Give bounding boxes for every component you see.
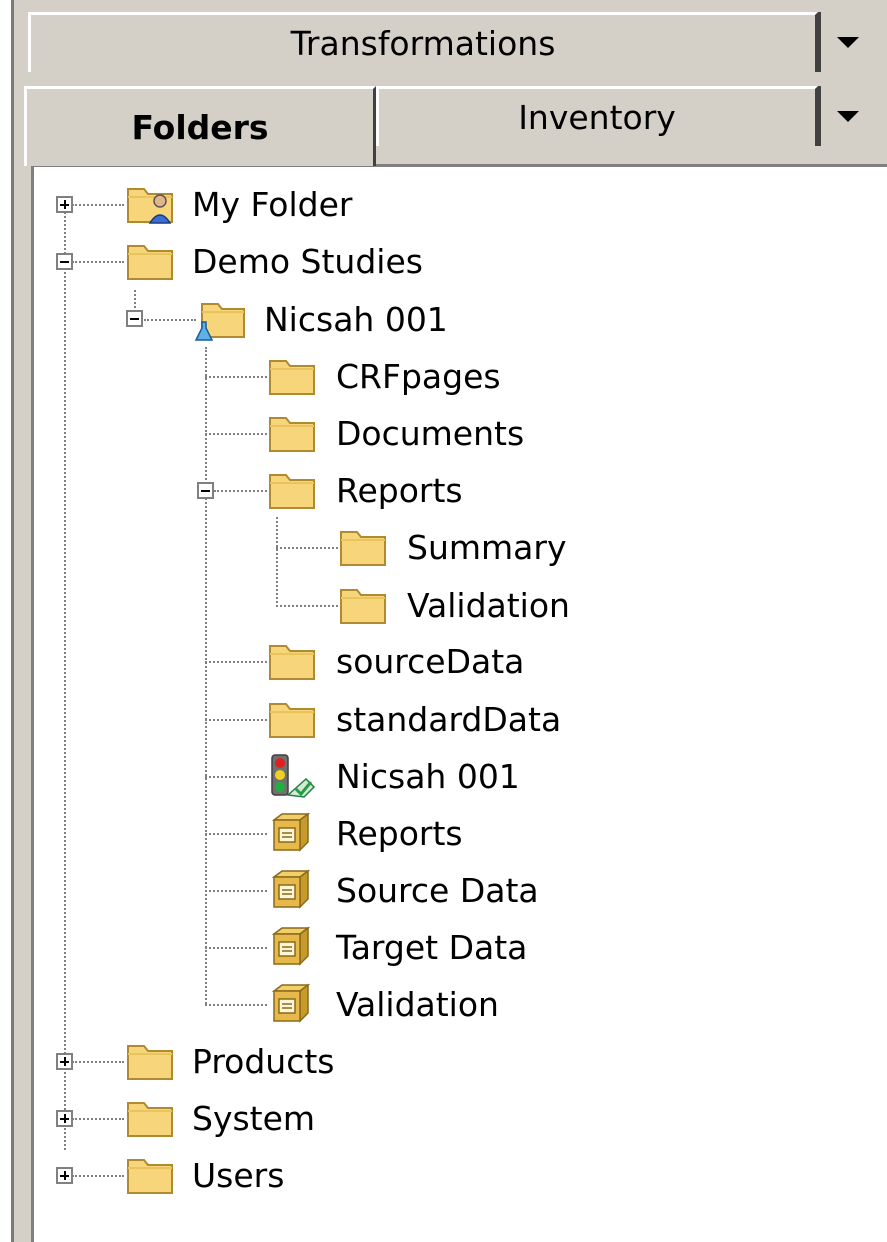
expand-plus-icon[interactable] [56, 1167, 73, 1184]
window-left-border [0, 0, 14, 1242]
node-label: sourceData [336, 641, 525, 681]
node-label: Nicsah 001 [336, 756, 520, 796]
tree-node-system[interactable]: System [122, 1095, 315, 1141]
tree-connector [72, 204, 124, 206]
tree-connector [64, 204, 66, 1150]
tree-connector [205, 661, 267, 663]
inventory-dropdown-button[interactable] [818, 86, 874, 146]
folder-icon [127, 1045, 173, 1080]
tree-connector [276, 517, 278, 607]
tree-node-standarddata[interactable]: standardData [264, 696, 561, 742]
tree-node-nicsah-001[interactable]: Nicsah 001 [192, 296, 448, 342]
tree-connector [205, 947, 267, 949]
collapse-minus-icon[interactable] [126, 310, 143, 327]
node-label: Documents [336, 413, 525, 453]
expand-plus-icon[interactable] [56, 1110, 73, 1127]
tree-connector [205, 347, 207, 1004]
folder-icon [269, 360, 315, 395]
tree-connector [72, 1118, 124, 1120]
tree-node-validation-package[interactable]: Validation [264, 981, 499, 1027]
personal-folder-icon [127, 188, 173, 224]
tree-node-users[interactable]: Users [122, 1152, 284, 1198]
node-label: Validation [336, 984, 499, 1024]
collapse-minus-icon[interactable] [56, 253, 73, 270]
node-label: Reports [336, 813, 463, 853]
tab-transformations-label: Transformations [290, 24, 556, 63]
tree-connector [72, 1061, 124, 1063]
folder-icon [127, 1159, 173, 1194]
study-folder-icon [194, 303, 245, 341]
chevron-down-icon [836, 110, 859, 122]
tree-node-validation-folder[interactable]: Validation [335, 582, 570, 628]
tree-connector [276, 547, 338, 549]
tree-node-source-data-package[interactable]: Source Data [264, 867, 539, 913]
node-label: Demo Studies [192, 241, 423, 281]
tree-node-target-data-package[interactable]: Target Data [264, 924, 527, 970]
package-folder-icon [271, 812, 311, 852]
chevron-down-icon [836, 36, 859, 48]
tab-folders-label: Folders [131, 108, 269, 147]
node-label: Reports [336, 470, 463, 510]
node-label: Source Data [336, 870, 539, 910]
tree-connector [72, 261, 124, 263]
transformations-dropdown-button[interactable] [818, 12, 874, 72]
tree-connector [276, 605, 338, 607]
tree-connector [205, 1004, 267, 1006]
folder-icon [269, 645, 315, 680]
package-folder-icon [271, 983, 311, 1023]
package-folder-icon [271, 926, 311, 966]
expand-plus-icon[interactable] [56, 196, 73, 213]
tree-node-documents[interactable]: Documents [264, 410, 524, 456]
node-label: Validation [407, 585, 570, 625]
tree-connector [205, 890, 267, 892]
tree-node-demo-studies[interactable]: Demo Studies [122, 238, 423, 284]
node-label: System [192, 1098, 316, 1138]
folder-icon [340, 531, 386, 566]
tree-connector [214, 490, 267, 492]
tab-folders[interactable]: Folders [24, 86, 376, 166]
tree-connector [205, 776, 267, 778]
traffic-light-icon [271, 754, 316, 798]
tree-node-products[interactable]: Products [122, 1038, 335, 1084]
node-label: Users [192, 1155, 285, 1195]
node-label: Summary [407, 527, 567, 567]
node-label: CRFpages [336, 356, 501, 396]
tab-inventory[interactable]: Inventory [376, 86, 818, 146]
tree-node-reports-package[interactable]: Reports [264, 810, 463, 856]
package-folder-icon [271, 869, 311, 909]
tree-node-crfpages[interactable]: CRFpages [264, 353, 501, 399]
collapse-minus-icon[interactable] [197, 482, 214, 499]
folder-icon [127, 245, 173, 280]
top-tab-row: Transformations [14, 12, 887, 82]
tree-node-nicsah-001-workflow[interactable]: Nicsah 001 [264, 753, 520, 799]
tree-connector [205, 719, 267, 721]
expand-plus-icon[interactable] [56, 1053, 73, 1070]
node-label: Products [192, 1041, 335, 1081]
second-tab-row: Folders Inventory [14, 86, 887, 166]
node-label: Target Data [336, 927, 528, 967]
tree-connector [72, 1175, 124, 1177]
node-label: standardData [336, 699, 562, 739]
tree-connector [205, 376, 267, 378]
tab-transformations[interactable]: Transformations [28, 12, 818, 72]
tree-connector [144, 319, 196, 321]
folder-tree[interactable]: My Folder Demo Studies Nicsah 001 CRFpag… [31, 164, 887, 1242]
tree-node-reports-folder[interactable]: Reports [264, 467, 463, 513]
tree-node-sourcedata[interactable]: sourceData [264, 638, 524, 684]
node-label: Nicsah 001 [264, 299, 448, 339]
folder-icon [269, 417, 315, 452]
tree-node-my-folder[interactable]: My Folder [122, 181, 352, 227]
folder-icon [127, 1102, 173, 1137]
navigator-panel: Transformations Folders Inventory My Fol… [14, 0, 887, 1242]
folder-icon [340, 589, 386, 624]
tree-connector [205, 433, 267, 435]
tab-inventory-label: Inventory [518, 98, 676, 137]
node-label: My Folder [192, 184, 353, 224]
tree-node-summary[interactable]: Summary [335, 524, 566, 570]
folder-icon [269, 703, 315, 738]
tree-connector [205, 833, 267, 835]
folder-icon [269, 474, 315, 509]
